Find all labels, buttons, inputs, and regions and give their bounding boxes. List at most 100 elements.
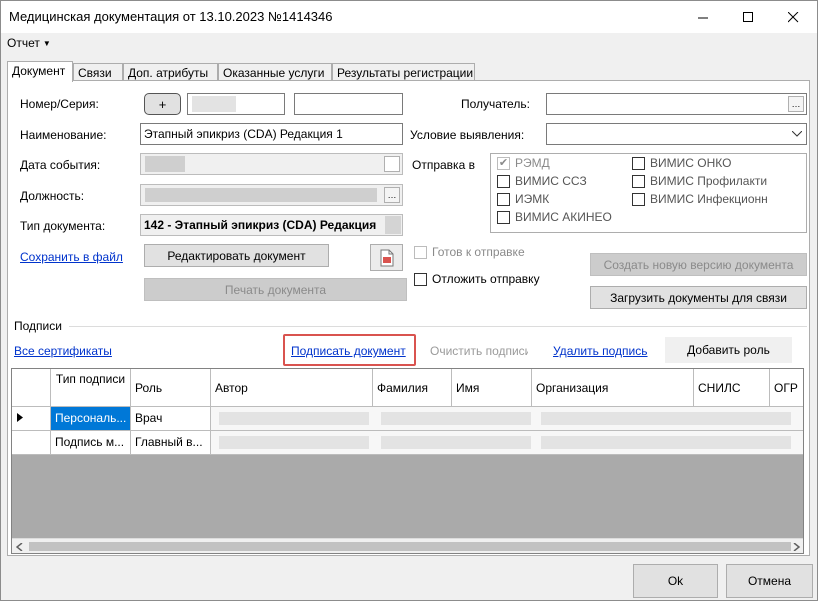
ready-to-send-label: Готов к отправке — [432, 245, 525, 259]
title-bar: Медицинская документация от 13.10.2023 №… — [1, 1, 817, 33]
tab-registration-results[interactable]: Результаты регистрации — [332, 63, 475, 81]
delay-send-label: Отложить отправку — [432, 272, 540, 286]
cancel-button[interactable]: Отмена — [726, 564, 813, 598]
doc-type-value: 142 - Этапный эпикриз (CDA) Редакция — [144, 218, 377, 232]
column-header[interactable]: Фамилия — [373, 369, 452, 406]
ok-button[interactable]: Ok — [633, 564, 718, 598]
tab-extra-attributes[interactable]: Доп. атрибуты — [123, 63, 218, 81]
all-certificates-link[interactable]: Все сертификаты — [14, 344, 112, 358]
menu-report-label: Отчет — [7, 36, 40, 50]
table-row[interactable]: Персональ... Врач — [12, 407, 803, 431]
close-icon — [788, 11, 799, 22]
edit-document-button[interactable]: Редактировать документ — [144, 244, 329, 267]
ellipsis-icon[interactable]: … — [384, 187, 400, 203]
scroll-left-icon[interactable] — [16, 543, 24, 551]
send-target-vimis-prof[interactable]: ВИМИС Профилакти — [632, 174, 767, 188]
grid-header: Тип подписи Роль Автор Фамилия Имя Орган… — [12, 369, 803, 407]
tab-services[interactable]: Оказанные услуги — [218, 63, 332, 81]
send-to-label: Отправка в — [412, 158, 475, 172]
position-input[interactable]: … — [140, 184, 403, 206]
tab-document[interactable]: Документ — [7, 61, 73, 82]
checkbox-icon — [632, 192, 645, 206]
sign-document-link[interactable]: Подписать документ — [291, 344, 406, 358]
send-target-vimis-akineo[interactable]: ВИМИС АКИНЕО — [497, 210, 612, 224]
send-target-label: ВИМИС АКИНЕО — [515, 210, 612, 224]
maximize-icon — [743, 11, 753, 22]
column-header[interactable]: Роль — [131, 369, 211, 406]
print-document-button[interactable]: Печать документа — [144, 278, 407, 301]
send-target-label: ВИМИС ОНКО — [650, 156, 732, 170]
ellipsis-icon[interactable]: … — [788, 96, 804, 112]
column-header[interactable]: Автор — [211, 369, 373, 406]
role-cell[interactable]: Главный в... — [131, 431, 211, 454]
column-header[interactable]: Тип подписи — [51, 369, 131, 406]
signatures-grid: Тип подписи Роль Автор Фамилия Имя Орган… — [11, 368, 804, 554]
name-input[interactable]: Этапный эпикриз (CDA) Редакция 1 — [140, 123, 403, 145]
send-target-vimis-onko[interactable]: ВИМИС ОНКО — [632, 156, 731, 170]
send-target-label: РЭМД — [515, 156, 550, 170]
add-role-button[interactable]: Добавить роль — [665, 337, 792, 363]
number-input[interactable] — [187, 93, 285, 115]
table-row[interactable]: Подпись м... Главный в... — [12, 431, 803, 455]
horizontal-scrollbar[interactable] — [12, 538, 803, 553]
column-header[interactable]: СНИЛС — [694, 369, 770, 406]
position-label: Должность: — [20, 189, 85, 203]
plus-button[interactable]: + — [144, 93, 181, 115]
maximize-button[interactable] — [726, 1, 771, 33]
close-button[interactable] — [771, 1, 816, 33]
send-target-vimis-ssz[interactable]: ВИМИС ССЗ — [497, 174, 587, 188]
send-target-label: ВИМИС Инфекционн — [650, 192, 768, 206]
masked-value — [219, 412, 369, 425]
menu-report[interactable]: Отчет ▼ — [7, 36, 51, 50]
minimize-button[interactable] — [681, 1, 726, 33]
role-cell[interactable]: Врач — [131, 407, 211, 430]
column-header[interactable]: Организация — [532, 369, 694, 406]
load-docs-button[interactable]: Загрузить документы для связи — [590, 286, 807, 309]
signature-type-cell[interactable]: Подпись м... — [51, 431, 131, 454]
doc-type-label: Тип документа: — [20, 219, 106, 233]
column-header[interactable]: ОГР — [770, 369, 803, 406]
send-target-remd[interactable]: ✔ РЭМД — [497, 156, 550, 170]
recipient-input[interactable]: … — [546, 93, 807, 115]
send-target-label: ВИМИС ССЗ — [515, 174, 587, 188]
row-pointer — [12, 407, 51, 430]
series-input[interactable] — [294, 93, 403, 115]
masked-value — [381, 412, 531, 425]
scrollbar-thumb[interactable] — [29, 542, 791, 551]
doc-type-dropdown-icon[interactable] — [385, 216, 401, 234]
pdf-button[interactable] — [370, 244, 403, 271]
ready-to-send-checkbox[interactable]: Готов к отправке — [414, 245, 525, 259]
document-window: Медицинская документация от 13.10.2023 №… — [0, 0, 818, 601]
checkbox-icon — [414, 272, 427, 286]
calendar-icon[interactable] — [384, 156, 400, 172]
event-date-input[interactable] — [140, 153, 403, 175]
condition-label: Условие выявления: — [410, 128, 525, 142]
delay-send-checkbox[interactable]: Отложить отправку — [414, 272, 540, 286]
window-title: Медицинская документация от 13.10.2023 №… — [9, 9, 333, 24]
signatures-section-label: Подписи — [14, 319, 62, 333]
create-new-version-button[interactable]: Создать новую версию документа — [590, 253, 807, 276]
number-label: Номер/Серия: — [20, 97, 99, 111]
checkbox-icon — [497, 210, 510, 224]
column-header[interactable]: Имя — [452, 369, 532, 406]
row-header-column — [12, 369, 51, 406]
clear-signature-link[interactable]: Очистить подписи — [430, 344, 528, 358]
row-pointer-icon — [17, 413, 23, 422]
delete-signature-link[interactable]: Удалить подпись — [553, 344, 648, 358]
event-date-label: Дата события: — [20, 158, 101, 172]
pdf-file-icon — [380, 249, 393, 266]
checkbox-icon — [497, 192, 510, 206]
send-target-iemk[interactable]: ИЭМК — [497, 192, 549, 206]
send-target-label: ВИМИС Профилакти — [650, 174, 768, 188]
doc-type-input[interactable]: 142 - Этапный эпикриз (CDA) Редакция — [140, 214, 403, 236]
condition-select[interactable] — [546, 123, 807, 145]
masked-data-cell — [211, 431, 803, 454]
masked-value — [541, 412, 791, 425]
tab-links[interactable]: Связи — [73, 63, 123, 81]
send-target-vimis-inf[interactable]: ВИМИС Инфекционн — [632, 192, 768, 206]
save-to-file-link[interactable]: Сохранить в файл — [20, 250, 123, 264]
masked-value — [145, 156, 185, 172]
scroll-right-icon[interactable] — [793, 543, 801, 551]
signature-type-cell[interactable]: Персональ... — [51, 407, 131, 430]
checkbox-icon — [414, 245, 427, 259]
